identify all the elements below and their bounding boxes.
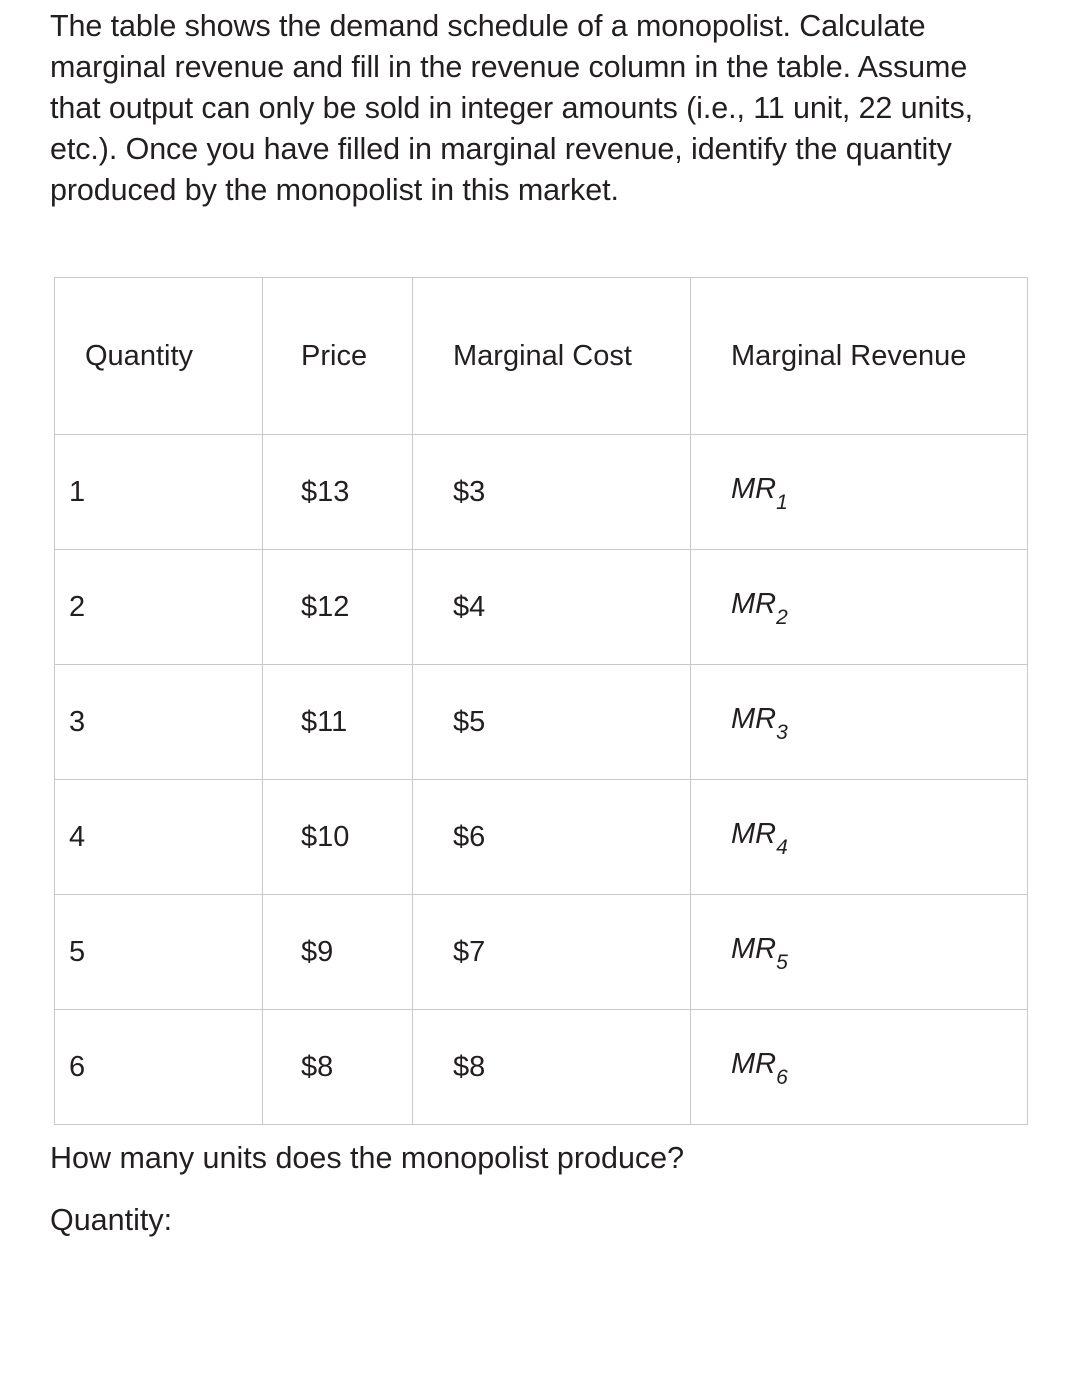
cell-price: $10 bbox=[262, 779, 413, 895]
mr-symbol-base: MR bbox=[731, 473, 777, 506]
cell-marginal-cost: $6 bbox=[412, 779, 691, 895]
mr-symbol-base: MR bbox=[731, 933, 777, 966]
marginal-revenue-placeholder: MR1 bbox=[691, 473, 1027, 514]
value-quantity: 1 bbox=[69, 475, 86, 508]
mr-symbol-base: MR bbox=[731, 818, 777, 851]
cell-marginal-cost: $7 bbox=[412, 894, 691, 1010]
mr-symbol: MR6 bbox=[731, 1048, 788, 1089]
marginal-revenue-placeholder: MR2 bbox=[691, 588, 1027, 629]
mr-symbol: MR2 bbox=[731, 588, 788, 629]
value-marginal-cost: $7 bbox=[453, 935, 486, 968]
header-label-quantity: Quantity bbox=[85, 339, 193, 372]
table-row: 3 $11 $5 MR3 bbox=[54, 664, 1028, 780]
mr-symbol: MR5 bbox=[731, 933, 788, 974]
header-label-price: Price bbox=[301, 339, 368, 372]
cell-quantity: 5 bbox=[54, 894, 263, 1010]
value-marginal-cost: $5 bbox=[453, 705, 486, 738]
cell-marginal-cost: $4 bbox=[412, 549, 691, 665]
cell-quantity: 6 bbox=[54, 1009, 263, 1125]
cell-marginal-revenue: MR2 bbox=[690, 549, 1028, 665]
value-marginal-cost: $3 bbox=[453, 475, 486, 508]
cell-quantity: 3 bbox=[54, 664, 263, 780]
mr-symbol-subscript: 4 bbox=[776, 835, 788, 859]
header-label-marginal-cost: Marginal Cost bbox=[453, 339, 632, 372]
table-body: 1 $13 $3 MR1 2 $12 $4 MR2 3 $11 $5 MR3 4 $10 $6 MR4 5 $9 $… bbox=[54, 434, 1028, 1125]
mr-symbol-subscript: 1 bbox=[776, 490, 788, 514]
value-price: $10 bbox=[301, 820, 350, 853]
value-quantity: 3 bbox=[69, 705, 86, 738]
cell-quantity: 1 bbox=[54, 434, 263, 550]
mr-symbol-base: MR bbox=[731, 703, 777, 736]
value-price: $13 bbox=[301, 475, 350, 508]
marginal-revenue-placeholder: MR4 bbox=[691, 818, 1027, 859]
table-row: 6 $8 $8 MR6 bbox=[54, 1009, 1028, 1125]
cell-price: $13 bbox=[262, 434, 413, 550]
header-row: Quantity Price Marginal Cost Marginal Re… bbox=[54, 277, 1028, 435]
value-quantity: 6 bbox=[69, 1050, 86, 1083]
cell-quantity: 2 bbox=[54, 549, 263, 665]
mr-symbol: MR1 bbox=[731, 473, 788, 514]
value-marginal-cost: $8 bbox=[453, 1050, 486, 1083]
value-marginal-cost: $6 bbox=[453, 820, 486, 853]
header-label-marginal-revenue: Marginal Revenue bbox=[731, 339, 967, 372]
cell-marginal-revenue: MR6 bbox=[690, 1009, 1028, 1125]
table-row: 1 $13 $3 MR1 bbox=[54, 434, 1028, 550]
table-row: 2 $12 $4 MR2 bbox=[54, 549, 1028, 665]
header-cell-price: Price bbox=[262, 277, 413, 435]
mr-symbol-subscript: 5 bbox=[776, 950, 788, 974]
cell-marginal-revenue: MR5 bbox=[690, 894, 1028, 1010]
marginal-revenue-placeholder: MR5 bbox=[691, 933, 1027, 974]
value-price: $8 bbox=[301, 1050, 334, 1083]
header-cell-marginal-revenue: Marginal Revenue bbox=[690, 277, 1028, 435]
cell-price: $11 bbox=[262, 664, 413, 780]
mr-symbol: MR4 bbox=[731, 818, 788, 859]
mr-symbol-base: MR bbox=[731, 588, 777, 621]
value-quantity: 4 bbox=[69, 820, 86, 853]
cell-marginal-cost: $3 bbox=[412, 434, 691, 550]
demand-schedule-table: Quantity Price Marginal Cost Marginal Re… bbox=[54, 277, 1028, 1125]
mr-symbol-subscript: 3 bbox=[776, 720, 788, 744]
mr-symbol-subscript: 6 bbox=[776, 1065, 788, 1089]
worksheet-page: The table shows the demand schedule of a… bbox=[0, 0, 1080, 1376]
closing-question: How many units does the monopolist produ… bbox=[50, 1141, 685, 1175]
cell-price: $8 bbox=[262, 1009, 413, 1125]
table-row: 5 $9 $7 MR5 bbox=[54, 894, 1028, 1010]
value-price: $12 bbox=[301, 590, 350, 623]
value-price: $9 bbox=[301, 935, 334, 968]
header-cell-quantity: Quantity bbox=[54, 277, 263, 435]
mr-symbol: MR3 bbox=[731, 703, 788, 744]
value-marginal-cost: $4 bbox=[453, 590, 486, 623]
problem-statement: The table shows the demand schedule of a… bbox=[50, 9, 982, 207]
cell-price: $9 bbox=[262, 894, 413, 1010]
cell-quantity: 4 bbox=[54, 779, 263, 895]
cell-marginal-revenue: MR3 bbox=[690, 664, 1028, 780]
value-quantity: 2 bbox=[69, 590, 86, 623]
table-header: Quantity Price Marginal Cost Marginal Re… bbox=[54, 277, 1028, 435]
table-row: 4 $10 $6 MR4 bbox=[54, 779, 1028, 895]
value-quantity: 5 bbox=[69, 935, 86, 968]
mr-symbol-subscript: 2 bbox=[776, 605, 788, 629]
cell-marginal-cost: $8 bbox=[412, 1009, 691, 1125]
cell-marginal-cost: $5 bbox=[412, 664, 691, 780]
cell-marginal-revenue: MR1 bbox=[690, 434, 1028, 550]
cell-price: $12 bbox=[262, 549, 413, 665]
header-cell-marginal-cost: Marginal Cost bbox=[412, 277, 691, 435]
value-price: $11 bbox=[301, 705, 348, 738]
cell-marginal-revenue: MR4 bbox=[690, 779, 1028, 895]
quantity-answer-label: Quantity: bbox=[50, 1203, 173, 1237]
marginal-revenue-placeholder: MR3 bbox=[691, 703, 1027, 744]
marginal-revenue-placeholder: MR6 bbox=[691, 1048, 1027, 1089]
mr-symbol-base: MR bbox=[731, 1048, 777, 1081]
